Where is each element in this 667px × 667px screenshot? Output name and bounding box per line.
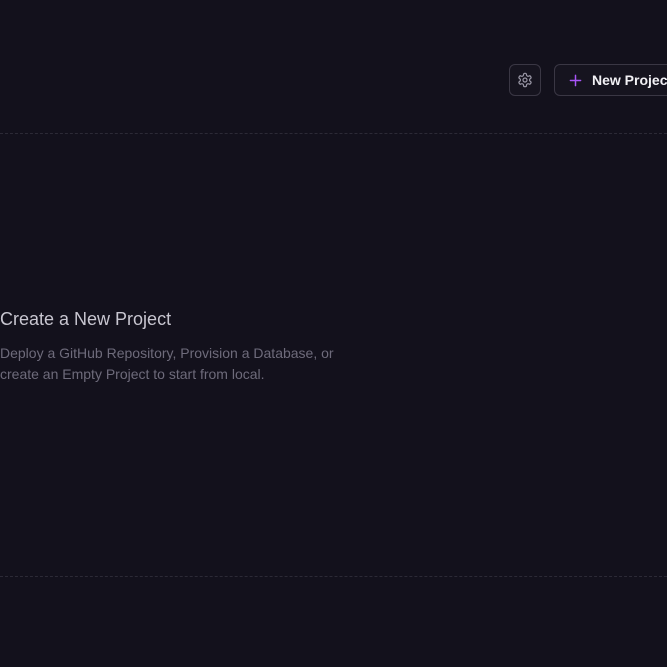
- projects-page: New Project Create a New Project Deploy …: [0, 0, 667, 667]
- new-project-label: New Project: [592, 72, 667, 88]
- empty-state-description: Deploy a GitHub Repository, Provision a …: [0, 345, 334, 382]
- divider-top: [0, 133, 667, 134]
- divider-bottom: [0, 576, 667, 577]
- plus-icon: [568, 73, 582, 87]
- empty-state-title: Create a New Project: [0, 309, 172, 329]
- new-project-button[interactable]: New Project: [554, 64, 667, 96]
- settings-button[interactable]: [509, 64, 541, 96]
- gear-icon: [517, 72, 533, 88]
